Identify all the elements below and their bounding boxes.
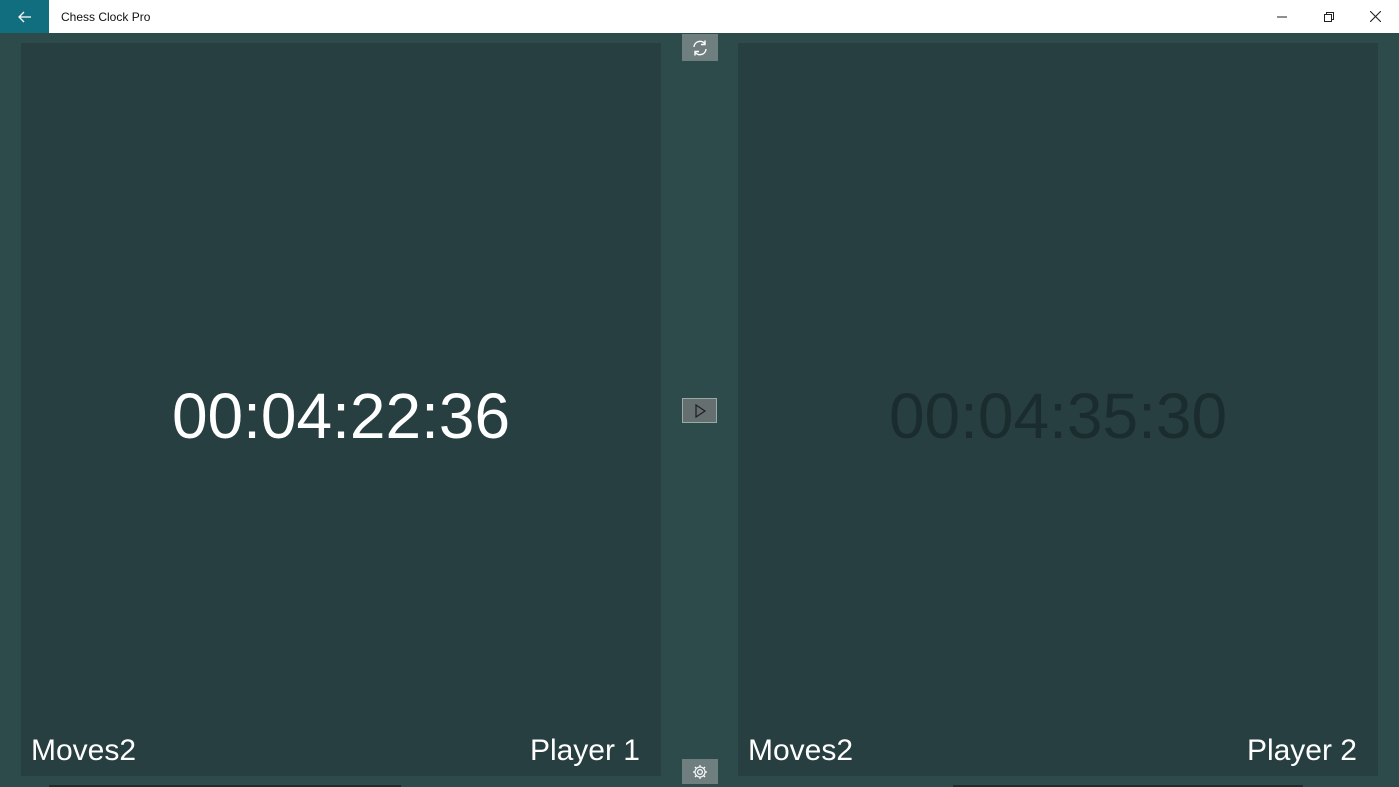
close-icon: [1370, 11, 1381, 22]
gear-icon: [693, 765, 707, 779]
minimize-button[interactable]: [1258, 0, 1305, 33]
settings-button[interactable]: [682, 759, 718, 785]
refresh-icon: [693, 40, 707, 55]
play-pause-button[interactable]: [682, 398, 717, 423]
title-bar: Chess Clock Pro: [0, 0, 1399, 33]
player2-clock-panel[interactable]: 00:04:35:30 Moves2 Player 2: [738, 43, 1378, 776]
app-title: Chess Clock Pro: [61, 9, 151, 24]
player1-moves: Moves2: [31, 734, 137, 767]
close-button[interactable]: [1352, 0, 1399, 33]
reset-button[interactable]: [682, 34, 718, 61]
play-icon: [694, 403, 706, 418]
arrow-left-icon: [17, 11, 31, 22]
player1-time: 00:04:22:36: [171, 380, 511, 452]
back-button[interactable]: [0, 0, 49, 33]
player2-name: Player 2: [1246, 734, 1357, 767]
player1-name: Player 1: [529, 734, 640, 767]
restore-button[interactable]: [1305, 0, 1352, 33]
minimize-icon: [1276, 16, 1287, 17]
player1-clock-panel[interactable]: 00:04:22:36 Moves2 Player 1: [21, 43, 661, 776]
player2-moves: Moves2: [748, 734, 854, 767]
player2-time: 00:04:35:30: [888, 380, 1228, 452]
app-area: 00:04:22:36 Moves2 Player 1 00:04:35:30 …: [0, 33, 1399, 787]
window-controls: [1258, 0, 1399, 33]
restore-icon: [1323, 11, 1334, 22]
